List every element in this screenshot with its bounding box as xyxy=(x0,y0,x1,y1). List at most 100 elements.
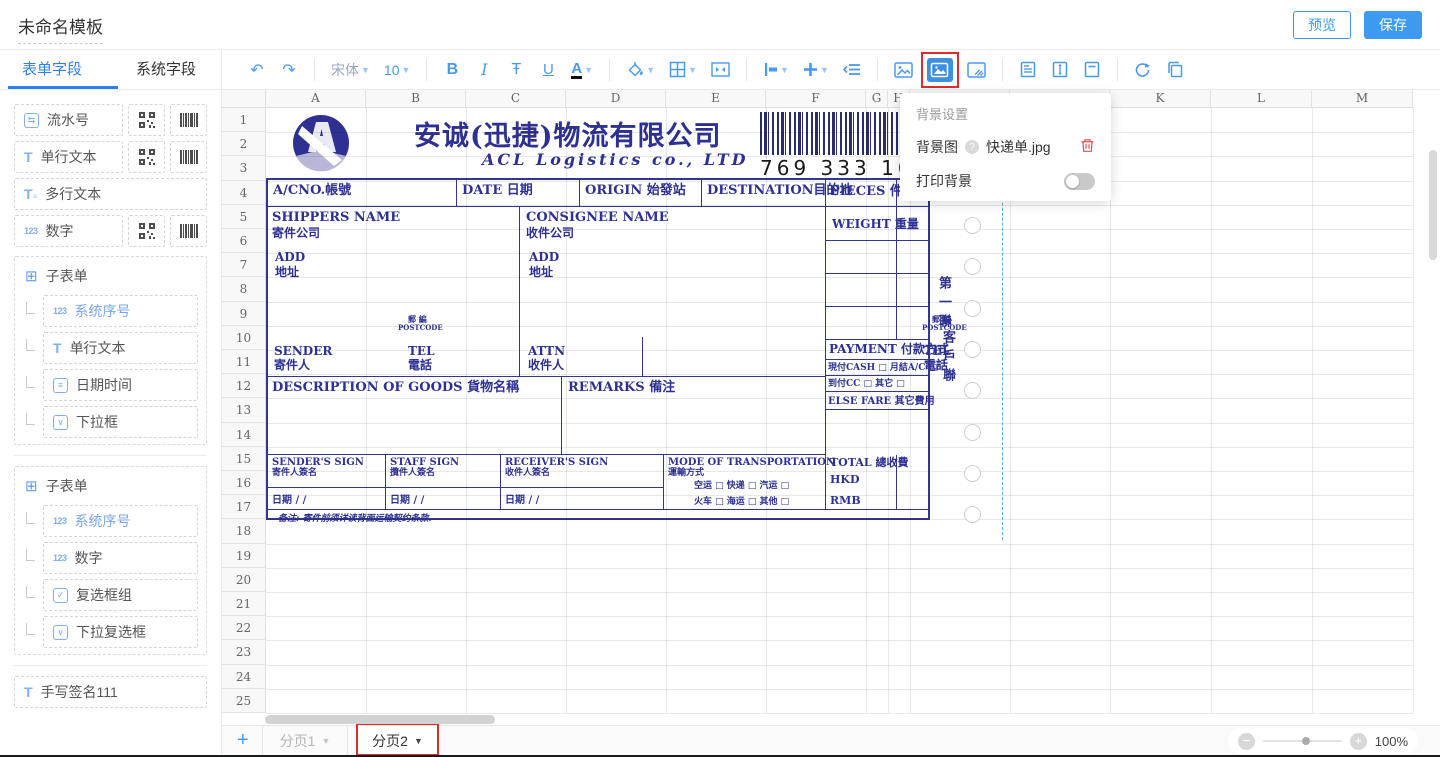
row-header-23[interactable]: 23 xyxy=(222,640,266,664)
column-header-L[interactable]: L xyxy=(1211,90,1312,108)
page-tab-2[interactable]: 分页2▼ xyxy=(358,726,438,756)
row-header-15[interactable]: 15 xyxy=(222,447,266,471)
tab-system-fields[interactable]: 系统字段 xyxy=(136,50,196,89)
row-header-5[interactable]: 5 xyxy=(222,205,266,229)
row-header-17[interactable]: 17 xyxy=(222,495,266,519)
field-single-line-text[interactable]: T单行文本 xyxy=(14,141,123,173)
subfield-system-serial[interactable]: 123系统序号 xyxy=(43,505,198,537)
row-height-button[interactable] xyxy=(1051,58,1069,82)
grid-corner[interactable] xyxy=(222,90,266,108)
undo-button[interactable]: ↶ xyxy=(248,58,266,82)
zoom-slider[interactable] xyxy=(1263,740,1342,742)
row-header-10[interactable]: 10 xyxy=(222,326,266,350)
font-color-button[interactable]: A▼ xyxy=(571,58,593,82)
subfield-system-serial[interactable]: 123系统序号 xyxy=(43,295,198,327)
column-header-F[interactable]: F xyxy=(766,90,866,108)
template-title-input[interactable]: 未命名模板 xyxy=(18,13,103,44)
indent-button[interactable] xyxy=(843,58,861,82)
row-header-14[interactable]: 14 xyxy=(222,423,266,447)
barcode-option[interactable] xyxy=(170,104,207,136)
horizontal-align-button[interactable]: ▼ xyxy=(763,58,789,82)
row-header-9[interactable]: 9 xyxy=(222,302,266,326)
row-header-2[interactable]: 2 xyxy=(222,132,266,156)
merge-cells-button[interactable] xyxy=(711,58,730,82)
subfield-single-line-text[interactable]: T单行文本 xyxy=(43,332,198,364)
row-header-19[interactable]: 19 xyxy=(222,544,266,568)
field-multi-line-text[interactable]: T≡多行文本 xyxy=(14,178,207,210)
row-header-12[interactable]: 12 xyxy=(222,374,266,398)
row-header-7[interactable]: 7 xyxy=(222,253,266,277)
qr-code-option[interactable] xyxy=(128,215,165,247)
field-handwritten-signature[interactable]: T手写签名111 xyxy=(14,676,207,708)
refresh-button[interactable] xyxy=(1134,58,1152,82)
row-header-16[interactable]: 16 xyxy=(222,471,266,495)
italic-button[interactable]: I xyxy=(475,58,493,82)
background-image-button[interactable] xyxy=(927,58,953,82)
subfield-checkbox-group[interactable]: ✓复选框组 xyxy=(43,579,198,611)
checkbox-icon: ✓ xyxy=(53,588,68,603)
vertical-scrollbar[interactable] xyxy=(1429,150,1437,260)
field-number[interactable]: 123数字 xyxy=(14,215,123,247)
print-bg-toggle[interactable] xyxy=(1064,173,1095,190)
column-header-A[interactable]: A xyxy=(266,90,366,108)
row-header-4[interactable]: 4 xyxy=(222,181,266,205)
field-serial-number[interactable]: ⇆流水号 xyxy=(14,104,123,136)
row-header-3[interactable]: 3 xyxy=(222,156,266,180)
punch-hole xyxy=(964,300,981,317)
company-name-cn: 安诚(迅捷)物流有限公司 xyxy=(414,114,722,153)
tab-form-fields[interactable]: 表单字段 xyxy=(22,50,82,89)
row-header-25[interactable]: 25 xyxy=(222,689,266,713)
column-header-B[interactable]: B xyxy=(366,90,466,108)
column-header-G[interactable]: G xyxy=(866,90,888,108)
add-page-button[interactable]: + xyxy=(237,729,249,752)
row-header-22[interactable]: 22 xyxy=(222,616,266,640)
column-header-C[interactable]: C xyxy=(466,90,566,108)
vertical-align-button[interactable]: ▼ xyxy=(803,58,829,82)
subfield-multi-select[interactable]: ∨下拉复选框 xyxy=(43,616,198,648)
column-header-D[interactable]: D xyxy=(566,90,666,108)
delete-bg-image-button[interactable] xyxy=(1080,138,1095,156)
redo-button[interactable]: ↷ xyxy=(280,58,298,82)
subfield-dropdown[interactable]: ∨下拉框 xyxy=(43,406,198,438)
row-header-11[interactable]: 11 xyxy=(222,350,266,374)
row-header-6[interactable]: 6 xyxy=(222,229,266,253)
page-setup-button[interactable] xyxy=(1019,58,1037,82)
row-header-1[interactable]: 1 xyxy=(222,108,266,132)
font-family-select[interactable]: 宋体▼ xyxy=(331,58,370,82)
zoom-slider-handle[interactable] xyxy=(1302,737,1310,745)
sheet-canvas[interactable]: ABCDEFGHIJKLM 12345678910111213141516171… xyxy=(222,90,1440,725)
subfield-number[interactable]: 123数字 xyxy=(43,542,198,574)
zoom-out-button[interactable]: − xyxy=(1238,733,1255,750)
fill-color-button[interactable]: ▼ xyxy=(626,58,655,82)
bold-button[interactable]: B xyxy=(443,58,461,82)
horizontal-scrollbar[interactable] xyxy=(265,715,495,724)
zoom-in-button[interactable]: + xyxy=(1350,733,1367,750)
strikethrough-button[interactable]: Ŧ xyxy=(507,58,525,82)
help-icon[interactable]: ? xyxy=(965,140,979,154)
page-tab-1[interactable]: 分页1▼ xyxy=(262,726,348,756)
qr-code-option[interactable] xyxy=(128,104,165,136)
column-header-K[interactable]: K xyxy=(1110,90,1211,108)
subfield-datetime[interactable]: ≡日期时间 xyxy=(43,369,198,401)
copy-page-button[interactable] xyxy=(1166,58,1184,82)
grid-hline xyxy=(266,544,1413,545)
barcode-option[interactable] xyxy=(170,215,207,247)
qr-code-option[interactable] xyxy=(128,141,165,173)
save-button[interactable]: 保存 xyxy=(1364,11,1422,39)
font-size-select[interactable]: 10▼ xyxy=(384,58,411,82)
underline-button[interactable]: U xyxy=(539,58,557,82)
margin-button[interactable] xyxy=(1083,58,1101,82)
row-header-20[interactable]: 20 xyxy=(222,568,266,592)
preview-button[interactable]: 预览 xyxy=(1293,11,1351,39)
barcode-option[interactable] xyxy=(170,141,207,173)
column-header-M[interactable]: M xyxy=(1312,90,1413,108)
insert-image-button[interactable] xyxy=(894,58,913,82)
borders-button[interactable]: ▼ xyxy=(669,58,697,82)
watermark-button[interactable] xyxy=(967,58,986,82)
row-header-18[interactable]: 18 xyxy=(222,519,266,543)
column-header-E[interactable]: E xyxy=(666,90,766,108)
row-header-8[interactable]: 8 xyxy=(222,277,266,301)
row-header-13[interactable]: 13 xyxy=(222,398,266,422)
row-header-21[interactable]: 21 xyxy=(222,592,266,616)
row-header-24[interactable]: 24 xyxy=(222,665,266,689)
